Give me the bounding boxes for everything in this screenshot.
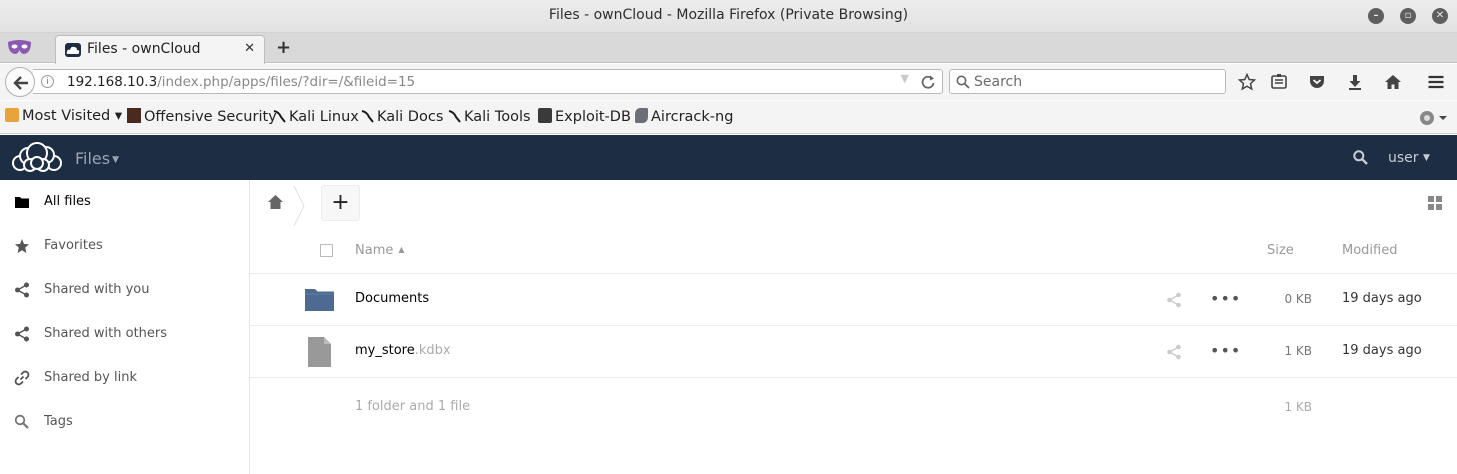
- more-actions-icon[interactable]: •••: [1210, 289, 1241, 308]
- grid-view-icon[interactable]: [1428, 196, 1442, 210]
- maximize-icon[interactable]: ▫: [1400, 8, 1416, 24]
- column-size-header[interactable]: Size: [1267, 243, 1294, 258]
- breadcrumb-separator: [293, 186, 305, 226]
- reload-icon[interactable]: [919, 73, 937, 91]
- offsec-icon: [127, 108, 141, 123]
- back-button[interactable]: [5, 67, 35, 97]
- most-visited-icon: [5, 108, 19, 122]
- kali-icon: [361, 110, 374, 123]
- new-file-button[interactable]: +: [321, 185, 360, 221]
- owncloud-header: Files ▼ user ▼: [0, 135, 1457, 180]
- file-modified: 19 days ago: [1342, 291, 1422, 306]
- owncloud-search-icon[interactable]: [1353, 150, 1368, 165]
- file-list-area: + Name ▲ Size Modified Documents ••• 0 KB…: [250, 180, 1457, 474]
- web-search-box[interactable]: [949, 69, 1226, 94]
- sidebar: All files Favorites Shared with you Shar…: [0, 180, 250, 474]
- select-all-checkbox[interactable]: [320, 244, 333, 257]
- close-window-icon[interactable]: ✕: [1432, 8, 1448, 24]
- minimize-icon[interactable]: –: [1368, 8, 1384, 24]
- sidebar-item-all-files[interactable]: All files: [0, 180, 249, 224]
- file-table-header: Name ▲ Size Modified: [250, 230, 1457, 274]
- file-name[interactable]: Documents: [355, 291, 429, 306]
- bookmark-kali-docs[interactable]: Kali Docs: [361, 108, 443, 125]
- share-icon[interactable]: [1166, 292, 1182, 308]
- summary-text: 1 folder and 1 file: [355, 399, 471, 414]
- kali-icon: [448, 110, 461, 123]
- file-modified: 19 days ago: [1342, 343, 1422, 358]
- star-icon: [15, 239, 29, 253]
- bookmark-offensive-security[interactable]: Offensive Security: [127, 108, 277, 125]
- column-name-header[interactable]: Name ▲: [355, 243, 405, 258]
- private-browsing-mask-icon: [8, 40, 31, 54]
- home-icon[interactable]: [1384, 73, 1402, 91]
- sidebar-item-shared-with-you[interactable]: Shared with you: [0, 268, 249, 312]
- app-menu[interactable]: Files ▼: [75, 149, 119, 168]
- file-icon: [308, 337, 331, 367]
- file-row-my-store[interactable]: my_store.kdbx ••• 1 KB 19 days ago: [250, 326, 1457, 378]
- bookmark-aircrack-ng[interactable]: Aircrack-ng: [635, 108, 733, 125]
- share-icon: [15, 282, 29, 298]
- tab-title: Files - ownCloud: [87, 41, 201, 57]
- bookmark-kali-tools[interactable]: Kali Tools: [448, 108, 531, 125]
- hamburger-menu-icon[interactable]: [1427, 73, 1445, 91]
- file-list-summary: 1 folder and 1 file 1 KB: [250, 390, 1457, 430]
- file-name[interactable]: my_store.kdbx: [355, 343, 451, 358]
- folder-icon: [305, 289, 334, 311]
- extension-menu-icon[interactable]: [1419, 110, 1449, 126]
- url-text[interactable]: 192.168.10.3/index.php/apps/files/?dir=/…: [67, 74, 415, 90]
- summary-size: 1 KB: [1284, 400, 1312, 414]
- web-search-input[interactable]: [974, 72, 1214, 91]
- user-menu-caret-icon: ▼: [1423, 153, 1430, 163]
- tag-search-icon: [14, 414, 29, 429]
- more-actions-icon[interactable]: •••: [1210, 341, 1241, 360]
- bookmark-star-icon[interactable]: [1238, 73, 1256, 91]
- link-icon: [14, 370, 30, 386]
- bookmark-most-visited[interactable]: Most Visited ▾: [5, 108, 122, 124]
- sidebar-item-favorites[interactable]: Favorites: [0, 224, 249, 268]
- bookmark-kali-linux[interactable]: Kali Linux: [273, 108, 359, 125]
- sort-ascending-icon: ▲: [398, 245, 405, 254]
- tab-files-owncloud[interactable]: Files - ownCloud ✕: [55, 35, 265, 64]
- file-size: 1 KB: [1284, 344, 1312, 358]
- user-menu[interactable]: user ▼: [1388, 150, 1430, 166]
- url-bar[interactable]: i 192.168.10.3/index.php/apps/files/?dir…: [33, 69, 943, 94]
- back-arrow-icon: [13, 76, 28, 90]
- exploitdb-icon: [538, 108, 552, 123]
- tab-close-icon[interactable]: ✕: [244, 41, 255, 56]
- file-size: 0 KB: [1284, 292, 1312, 306]
- search-icon: [956, 75, 970, 89]
- url-dropdown-icon[interactable]: ▼: [901, 72, 909, 85]
- tab-strip: Files - ownCloud ✕ +: [0, 33, 1457, 64]
- breadcrumb-home-icon[interactable]: [267, 194, 284, 210]
- sidebar-item-shared-by-link[interactable]: Shared by link: [0, 356, 249, 400]
- column-modified-header[interactable]: Modified: [1342, 243, 1397, 258]
- bookmarks-toolbar: Most Visited ▾ Offensive Security Kali L…: [0, 101, 1457, 134]
- file-row-documents[interactable]: Documents ••• 0 KB 19 days ago: [250, 274, 1457, 326]
- window-titlebar: Files - ownCloud - Mozilla Firefox (Priv…: [0, 0, 1457, 33]
- aircrack-icon: [635, 108, 648, 123]
- share-icon[interactable]: [1166, 344, 1182, 360]
- sidebar-item-tags[interactable]: Tags: [0, 400, 249, 444]
- window-title: Files - ownCloud - Mozilla Firefox (Priv…: [548, 7, 909, 23]
- bookmark-exploit-db[interactable]: Exploit-DB: [538, 108, 631, 125]
- owncloud-favicon-icon: [65, 43, 81, 57]
- reading-list-icon[interactable]: [1270, 73, 1288, 91]
- app-menu-caret-icon: ▼: [112, 155, 120, 165]
- sidebar-item-shared-with-others[interactable]: Shared with others: [0, 312, 249, 356]
- owncloud-logo-icon[interactable]: [10, 141, 64, 173]
- navigation-toolbar: i 192.168.10.3/index.php/apps/files/?dir…: [0, 64, 1457, 100]
- downloads-icon[interactable]: [1346, 73, 1364, 91]
- new-tab-button[interactable]: +: [276, 37, 291, 58]
- kali-icon: [273, 110, 286, 123]
- site-info-icon[interactable]: i: [41, 75, 54, 88]
- pocket-icon[interactable]: [1308, 73, 1326, 91]
- folder-icon: [15, 197, 29, 208]
- share-icon: [15, 326, 29, 342]
